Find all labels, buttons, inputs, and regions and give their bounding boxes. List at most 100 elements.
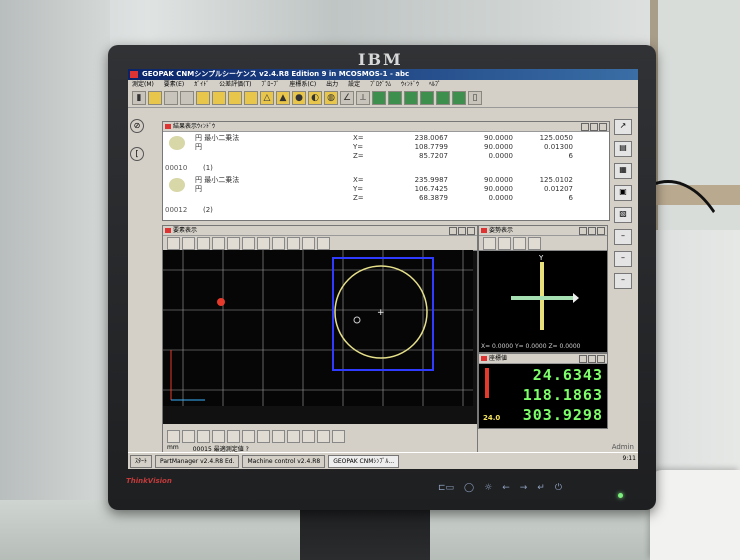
side-tool-icon[interactable]: ↗ [614,119,632,135]
side-tool-icon[interactable]: ▤ [614,141,632,157]
monitor-controls[interactable]: ⊏▭ ◯ ☼ ← → ↵ ⏻ [438,483,562,493]
feature-icon[interactable] [287,429,300,443]
zoom-icon[interactable] [167,236,180,250]
rectangle-tool-icon[interactable] [244,91,258,105]
view-icon[interactable] [257,236,270,250]
feature-icon[interactable] [317,429,330,443]
start-button[interactable]: ｽﾀｰﾄ [130,454,153,468]
sphere-tool-icon[interactable]: ● [292,91,306,105]
feature-icon[interactable] [212,429,225,443]
slot-tool-icon[interactable] [228,91,242,105]
menu-item[interactable]: 出力 [326,81,338,88]
feature-icon[interactable] [227,429,240,443]
point-tool-icon[interactable] [148,91,162,105]
view-icon[interactable] [272,236,285,250]
cylinder-tool-icon[interactable]: △ [260,91,274,105]
cancel-icon[interactable]: ⊘ [130,119,144,133]
torus-tool-icon[interactable]: ◐ [308,91,322,105]
program-tool-icon[interactable] [420,91,434,105]
window-buttons[interactable] [579,355,605,363]
rotate-icon[interactable] [227,236,240,250]
feature-plot[interactable]: + [163,250,473,406]
brightness-button-icon[interactable]: ☼ [484,483,492,493]
results-panel-title-text: 結果表示ｳｨﾝﾄﾞｳ [173,123,216,130]
result-row[interactable]: 円 最小二乗法 円 00010 (1) X= Y= Z= 238.0067 108.… [163,132,609,174]
feature-icon[interactable] [242,429,255,443]
line-tool-icon[interactable] [164,91,178,105]
feature-icon[interactable] [257,429,270,443]
probe-tool-icon[interactable]: ◍ [324,91,338,105]
power-led [618,493,623,498]
menu-item[interactable]: 要素(E) [164,81,184,88]
plane-tool-icon[interactable] [180,91,194,105]
power-button-icon[interactable]: ⏻ [555,483,562,493]
taskbar-item[interactable]: Machine control v2.4.R8 [242,454,326,468]
left-button-icon[interactable]: ← [502,483,510,493]
feature-icon[interactable] [167,429,180,443]
side-tool-icon[interactable]: ▦ [614,163,632,179]
ellipse-tool-icon[interactable] [212,91,226,105]
view-icon[interactable] [287,236,300,250]
side-tool-icon[interactable]: ▧ [614,207,632,223]
pan-icon[interactable] [197,236,210,250]
exit-tool-icon[interactable]: ▯ [468,91,482,105]
point-marker[interactable] [217,298,225,306]
program-tool-icon[interactable] [372,91,386,105]
menu-item[interactable]: ｶﾞｲﾄﾞ [194,81,209,88]
view-icon[interactable] [498,236,511,250]
feature-icon[interactable] [332,429,345,443]
menu-item[interactable]: ﾌﾟﾛｸﾞﾗﾑ [370,81,391,88]
y-axis-letter: Y [538,254,544,262]
menu-item[interactable]: 座標系(C) [289,81,316,88]
results-panel-title: 結果表示ｳｨﾝﾄﾞｳ [163,122,609,132]
view-icon[interactable] [302,236,315,250]
program-tool-icon[interactable] [388,91,402,105]
view-icon[interactable] [317,236,330,250]
result-row[interactable]: 円 最小二乗法 円 00012 (2) X= Y= Z= 235.9987 106.… [163,174,609,216]
circle-feature-icon [169,136,185,150]
feature-icon[interactable] [182,429,195,443]
circle-tool-icon[interactable] [196,91,210,105]
program-tool-icon[interactable] [452,91,466,105]
result-values: 125.0050 0.01300 6 [539,134,573,160]
zoom-out-icon[interactable] [182,236,195,250]
menu-item[interactable]: ﾍﾙﾌﾟ [429,81,441,88]
bracket-icon[interactable]: [ [130,147,144,161]
view-icon[interactable] [242,236,255,250]
toolbar-button[interactable]: ▮ [132,91,146,105]
menu-item[interactable]: ﾌﾟﾛｰﾌﾞ [261,81,279,88]
input-button-icon[interactable]: ⊏▭ [438,483,454,493]
side-tool-icon[interactable]: – [614,251,632,267]
menu-item[interactable]: 測定(M) [132,81,154,88]
feature-icon[interactable] [272,429,285,443]
enter-button-icon[interactable]: ↵ [537,483,545,493]
feature-icon[interactable] [302,429,315,443]
side-tool-icon[interactable]: – [614,229,632,245]
feature-icon[interactable] [197,429,210,443]
menu-item[interactable]: 設定 [348,81,360,88]
right-button-icon[interactable]: → [520,483,528,493]
menu-button-icon[interactable]: ◯ [464,483,474,493]
view-icon[interactable] [528,236,541,250]
angle-tool-icon[interactable]: ∠ [340,91,354,105]
window-buttons[interactable] [581,123,607,131]
cone-tool-icon[interactable]: ▲ [276,91,290,105]
distance-tool-icon[interactable]: ⟂ [356,91,370,105]
program-tool-icon[interactable] [436,91,450,105]
graphics-panel-title-text: 要素表示 [173,227,198,234]
view-icon[interactable] [483,236,496,250]
window-buttons[interactable] [449,227,475,235]
view-icon[interactable] [513,236,526,250]
taskbar-item[interactable]: PartManager v2.4.R8 Ed. [155,454,240,468]
axes-panel-title-text: 姿勢表示 [489,227,514,234]
right-tool-column: ↗ ▤ ▦ ▣ ▧ – – – [614,119,632,295]
menu-item[interactable]: ｳｨﾝﾄﾞｳ [401,81,419,88]
side-tool-icon[interactable]: ▣ [614,185,632,201]
side-tool-icon[interactable]: – [614,273,632,289]
results-panel: 結果表示ｳｨﾝﾄﾞｳ 円 最小二乗法 円 00010 (1) X= Y= Z= 23… [162,121,610,221]
menu-item[interactable]: 公差評価(T) [219,81,251,88]
program-tool-icon[interactable] [404,91,418,105]
window-buttons[interactable] [579,227,605,235]
select-icon[interactable] [212,236,225,250]
taskbar-item-active[interactable]: GEOPAK CNMｼﾝﾌﾟﾙ... [328,454,400,468]
